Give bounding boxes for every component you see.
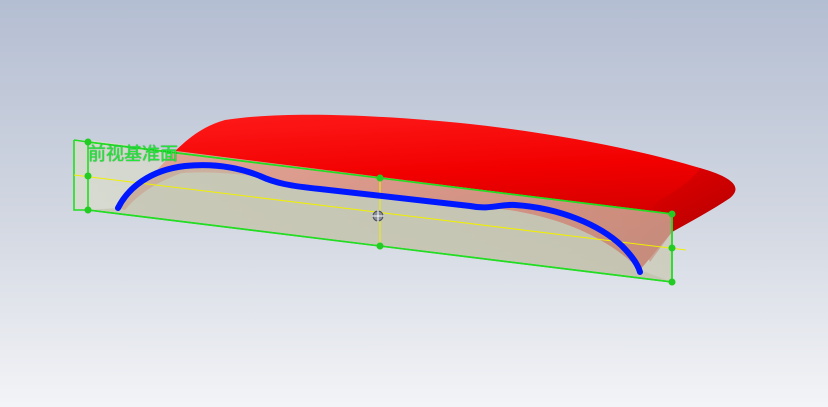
plane-handle-top-middle[interactable] — [376, 174, 384, 182]
plane-handle-bottom-right[interactable] — [668, 278, 676, 286]
plane-handle-top-right[interactable] — [668, 210, 676, 218]
plane-handle-bottom-left[interactable] — [84, 206, 92, 214]
plane-name-label: 前视基准面 — [88, 144, 178, 165]
graphics-viewport[interactable]: 前视基准面 — [0, 0, 828, 407]
plane-handle-mid-right[interactable] — [668, 244, 676, 252]
plane-handle-mid-left[interactable] — [84, 172, 92, 180]
3d-scene[interactable] — [0, 0, 828, 407]
plane-handle-bottom-middle[interactable] — [376, 242, 384, 250]
